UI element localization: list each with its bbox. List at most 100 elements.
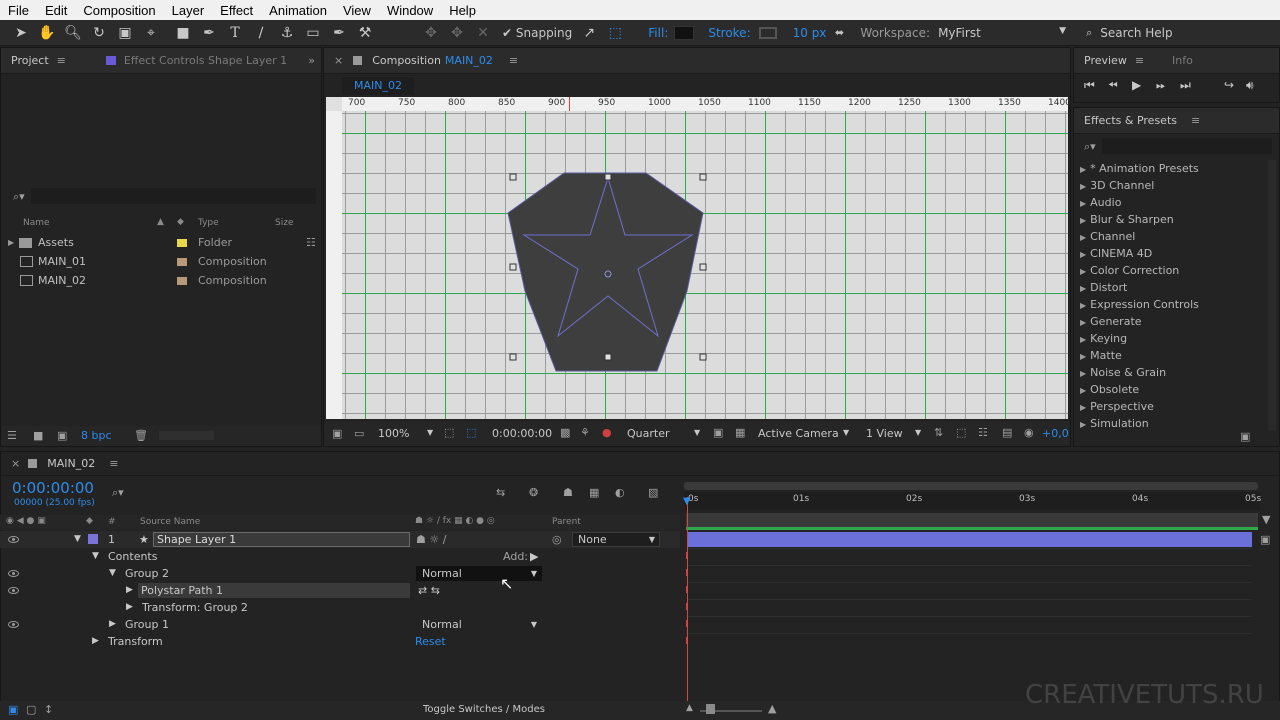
layer-switches-icon[interactable]: ▣ xyxy=(8,703,18,716)
group-1-row[interactable]: ▶ Group 1 Normal xyxy=(0,616,680,633)
roto-brush-tool-icon[interactable]: ✒ xyxy=(326,22,352,44)
time-ruler[interactable] xyxy=(684,492,1260,510)
zoom-select[interactable]: 100% xyxy=(378,427,409,440)
clone-stamp-tool-icon[interactable]: ⚓ xyxy=(274,22,300,44)
effects-category-3d-channel[interactable]: ▶ 3D Channel xyxy=(1080,177,1154,194)
group-2-blend-mode-select[interactable]: Normal xyxy=(416,566,542,581)
expand-arrow-icon[interactable]: ▼ xyxy=(109,565,116,582)
stroke-width-value[interactable]: 10 px xyxy=(793,26,827,40)
zoom-slider-thumb[interactable] xyxy=(706,704,715,714)
trash-icon[interactable]: 🗑︎ xyxy=(134,429,148,442)
project-search-input[interactable] xyxy=(31,188,316,204)
project-item-main01[interactable]: MAIN_01 Composition xyxy=(1,253,321,270)
polystar-path-row[interactable]: ▶ Polystar Path 1 ⇄ ⇆ xyxy=(0,582,680,599)
reset-link[interactable]: Reset xyxy=(415,633,446,650)
subtab-main02[interactable]: MAIN_02 xyxy=(342,77,414,95)
effects-category-noise-grain[interactable]: ▶ Noise & Grain xyxy=(1080,364,1166,381)
layer-label-color[interactable] xyxy=(88,534,98,544)
comp-button-icon[interactable]: ▼ xyxy=(1262,513,1270,526)
col-type[interactable]: Type xyxy=(198,218,219,228)
parent-pickwhip-icon[interactable]: ◎ xyxy=(552,531,562,548)
search-help-input[interactable]: Search Help xyxy=(1100,26,1172,40)
loop-icon[interactable]: ↪ xyxy=(1224,78,1234,92)
camera-tool-icon[interactable]: ▣ xyxy=(112,22,138,44)
snapshot-icon[interactable]: ▩ xyxy=(560,426,570,439)
channels-icon[interactable]: ● xyxy=(602,426,612,439)
timeline-timecode[interactable]: 0:00:00:00 xyxy=(12,479,94,497)
time-navigator[interactable] xyxy=(684,482,1258,490)
effects-category-simulation[interactable]: ▶ Simulation xyxy=(1080,415,1149,432)
fill-swatch[interactable] xyxy=(674,25,695,40)
menu-file[interactable]: File xyxy=(0,3,37,18)
workspace-select[interactable]: MyFirst ▼ xyxy=(938,26,1066,40)
effects-category-audio[interactable]: ▶ Audio xyxy=(1080,194,1121,211)
effects-category-perspective[interactable]: ▶ Perspective xyxy=(1080,398,1154,415)
fast-previews-icon[interactable]: ▣ xyxy=(713,426,723,439)
selection-tool-icon[interactable]: ➤ xyxy=(8,22,34,44)
chevron-down-icon[interactable]: ▼ xyxy=(427,428,433,437)
menu-window[interactable]: Window xyxy=(379,3,441,18)
expand-arrow-icon[interactable]: ▶ xyxy=(92,633,99,650)
toggle-switches-modes-button[interactable]: Toggle Switches / Modes xyxy=(423,704,545,715)
toggle-view-icon[interactable]: ⬚ xyxy=(956,426,966,439)
motion-blur-icon[interactable]: ◐ xyxy=(615,486,625,499)
effects-category-distort[interactable]: ▶ Distort xyxy=(1080,279,1127,296)
menu-animation[interactable]: Animation xyxy=(261,3,335,18)
exposure-value[interactable]: +0,0 xyxy=(1042,427,1069,440)
panel-menu-icon[interactable]: ≡ xyxy=(1135,54,1144,67)
layer-collapse-arrow-icon[interactable]: ▼ xyxy=(74,531,81,548)
expand-panel-icon[interactable]: » xyxy=(308,54,315,67)
zoom-out-icon[interactable]: ▲ xyxy=(686,703,693,713)
timeline-icon[interactable]: ▤ xyxy=(1002,426,1012,439)
menu-help[interactable]: Help xyxy=(441,3,484,18)
bpc-button[interactable]: 8 bpc xyxy=(81,429,112,442)
tab-info[interactable]: Info xyxy=(1162,48,1203,74)
zoom-tool-icon[interactable]: 🔍︎ xyxy=(60,22,86,44)
axis-world-icon[interactable]: ✥ xyxy=(444,22,470,44)
show-snapshot-icon[interactable]: ⚘ xyxy=(580,426,590,439)
toggle-pixel-aspect-icon[interactable]: ⇅ xyxy=(934,426,943,439)
flowchart-icon[interactable]: ☷ xyxy=(306,234,316,251)
axis-view-icon[interactable]: ✕ xyxy=(470,22,496,44)
effects-category-expression-controls[interactable]: ▶ Expression Controls xyxy=(1080,296,1199,313)
frame-blending-icon[interactable]: ▦ xyxy=(589,486,599,499)
rotate-tool-icon[interactable]: ↻ xyxy=(86,22,112,44)
tab-timeline-main02[interactable]: × MAIN_02 ≡ xyxy=(1,451,128,477)
brush-tool-icon[interactable]: ∕ xyxy=(248,22,274,44)
rectangle-tool-icon[interactable]: ■ xyxy=(170,22,196,44)
stroke-swatch[interactable] xyxy=(758,26,777,39)
transform-group-2-row[interactable]: ▶ Transform: Group 2 xyxy=(0,599,680,616)
region-of-interest-icon[interactable]: ⬚ xyxy=(466,426,476,439)
expand-arrow-icon[interactable]: ▶ xyxy=(109,616,116,633)
contents-row[interactable]: ▼ Contents Add: ▶ xyxy=(0,548,680,565)
effects-category-color-correction[interactable]: ▶ Color Correction xyxy=(1080,262,1179,279)
tab-effects-presets[interactable]: Effects & Presets ≡ xyxy=(1074,108,1210,134)
group-2-row[interactable]: ▼ Group 2 Normal xyxy=(0,565,680,582)
next-frame-icon[interactable]: ⏩︎ xyxy=(1156,78,1166,93)
layer-duration-bar[interactable] xyxy=(688,532,1252,547)
snapping-checkbox[interactable]: ✔ Snapping xyxy=(502,26,572,40)
composition-mini-flowchart-icon[interactable]: ⇆ xyxy=(496,486,505,499)
flowchart-icon[interactable]: ☷ xyxy=(978,426,988,439)
view-layout-select[interactable]: 1 View xyxy=(866,427,903,440)
hand-tool-icon[interactable]: ✋ xyxy=(34,22,60,44)
exposure-reset-icon[interactable]: ◉ xyxy=(1024,426,1034,439)
chevron-down-icon[interactable]: ▼ xyxy=(843,428,849,437)
play-icon[interactable]: ▶ xyxy=(1132,78,1141,92)
visibility-eye-icon[interactable] xyxy=(8,621,19,628)
audio-icon[interactable]: 🔊︎ xyxy=(1246,78,1254,93)
add-content-button-icon[interactable]: ▶ xyxy=(530,548,538,565)
always-preview-icon[interactable]: ▣ xyxy=(332,427,342,440)
last-frame-icon[interactable]: ⏭︎ xyxy=(1180,78,1191,93)
layer-row-shape-layer-1[interactable]: ▼ 1 ★ Shape Layer 1 ☗ ☼ ∕ ◎ None xyxy=(0,531,680,548)
hide-shy-layers-icon[interactable]: ☗ xyxy=(563,486,573,499)
path-direction-icon[interactable]: ⇄ ⇆ xyxy=(418,582,440,599)
col-size[interactable]: Size xyxy=(275,218,293,228)
group-1-blend-mode-select[interactable]: Normal xyxy=(416,617,542,632)
transparency-grid-icon[interactable]: ▦ xyxy=(735,426,745,439)
stroke-label[interactable]: Stroke: xyxy=(708,26,750,40)
menu-view[interactable]: View xyxy=(335,3,379,18)
col-name[interactable]: Name xyxy=(23,218,50,228)
draft-3d-icon[interactable]: ❂ xyxy=(529,486,538,499)
composition-viewer[interactable] xyxy=(342,111,1068,419)
